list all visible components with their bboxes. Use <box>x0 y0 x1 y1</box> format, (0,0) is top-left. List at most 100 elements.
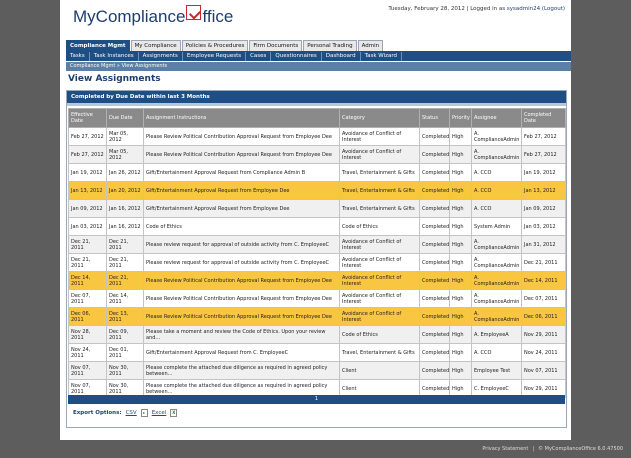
cell-status: Completed <box>419 199 450 218</box>
cell-effective-date: Dec 07, 2011 <box>68 289 107 308</box>
cell-due-date: Dec 01, 2011 <box>106 343 144 362</box>
cell-assignee: A. CCO <box>471 343 522 362</box>
cell-instructions[interactable]: Please Review Political Contribution App… <box>143 307 340 326</box>
cell-status: Completed <box>419 343 450 362</box>
cell-effective-date: Feb 27, 2012 <box>68 145 107 164</box>
cell-status: Completed <box>419 163 450 182</box>
subnav-task-instances[interactable]: Task Instances <box>90 51 139 61</box>
cell-instructions[interactable]: Gift/Entertainment Approval Request from… <box>143 181 340 200</box>
table-row[interactable]: Dec 14, 2011 Dec 21, 2011 Please Review Po… <box>68 271 566 290</box>
cell-category: Avoidance of Conflict of Interest <box>339 145 420 164</box>
cell-status: Completed <box>419 181 450 200</box>
cell-category: Avoidance of Conflict of Interest <box>339 307 420 326</box>
table-row[interactable]: Jan 03, 2012 Jan 16, 2012 Code of Ethics Co… <box>68 217 566 236</box>
cell-category: Avoidance of Conflict of Interest <box>339 127 420 146</box>
table-row[interactable]: Nov 07, 2011 Nov 30, 2011 Please complete … <box>68 361 566 380</box>
cell-category: Travel, Entertainment & Gifts <box>339 163 420 182</box>
cell-instructions[interactable]: Please Review Political Contribution App… <box>143 145 340 164</box>
cell-due-date: Dec 13, 2011 <box>106 307 144 326</box>
subnav-cases[interactable]: Cases <box>246 51 272 61</box>
user-info: Tuesday, February 28, 2012 | Logged in a… <box>388 6 565 12</box>
cell-instructions[interactable]: Please review request for approval of ou… <box>143 235 340 254</box>
cell-effective-date: Jan 09, 2012 <box>68 199 107 218</box>
cell-status: Completed <box>419 217 450 236</box>
col-priority[interactable]: Priority <box>449 108 472 128</box>
cell-category: Avoidance of Conflict of Interest <box>339 235 420 254</box>
cell-completed-date: Jan 13, 2012 <box>521 181 566 200</box>
copyright-text: © MyComplianceOffice 6.0.47500 <box>538 446 623 452</box>
username-link[interactable]: sysadmin24 <box>507 6 540 12</box>
pager: 1 <box>68 395 565 404</box>
cell-status: Completed <box>419 271 450 290</box>
table-row[interactable]: Jan 19, 2012 Jan 26, 2012 Gift/Entertainme… <box>68 163 566 182</box>
cell-effective-date: Nov 07, 2011 <box>68 361 107 380</box>
cell-priority: High <box>449 235 472 254</box>
table-row[interactable]: Feb 27, 2012 Mar 05, 2012 Please Review Po… <box>68 127 566 146</box>
cell-instructions[interactable]: Gift/Entertainment Approval Request from… <box>143 343 340 362</box>
cell-instructions[interactable]: Gift/Entertainment Approval Request from… <box>143 199 340 218</box>
cell-instructions[interactable]: Please take a moment and review the Code… <box>143 325 340 344</box>
page-title: View Assignments <box>68 74 161 84</box>
cell-instructions[interactable]: Code of Ethics <box>143 217 340 236</box>
export-csv-link[interactable]: CSV <box>126 410 137 416</box>
cell-completed-date: Nov 29, 2011 <box>521 325 566 344</box>
cell-effective-date: Dec 06, 2011 <box>68 307 107 326</box>
col-due-date[interactable]: Due Date <box>106 108 144 128</box>
cell-assignee: Employee Test <box>471 361 522 380</box>
csv-file-icon[interactable]: ▸ <box>140 409 148 417</box>
table-row[interactable]: Nov 24, 2011 Dec 01, 2011 Gift/Entertainme… <box>68 343 566 362</box>
cell-priority: High <box>449 271 472 290</box>
cell-category: Travel, Entertainment & Gifts <box>339 181 420 200</box>
cell-instructions[interactable]: Please Review Political Contribution App… <box>143 289 340 308</box>
subnav-task-wizard[interactable]: Task Wizard <box>361 51 403 61</box>
cell-effective-date: Jan 13, 2012 <box>68 181 107 200</box>
subnav-assignments[interactable]: Assignments <box>139 51 183 61</box>
cell-instructions[interactable]: Gift/Entertainment Approval Request from… <box>143 163 340 182</box>
table-row[interactable]: Dec 06, 2011 Dec 13, 2011 Please Review Po… <box>68 307 566 326</box>
col-category[interactable]: Category <box>339 108 420 128</box>
assignments-panel: Completed by Due Date within last 3 Mont… <box>66 90 567 428</box>
table-row[interactable]: Jan 13, 2012 Jan 20, 2012 Gift/Entertainme… <box>68 181 566 200</box>
page-number-link[interactable]: 1 <box>315 396 318 402</box>
assignments-table: Effective Date Due Date Assignment Instr… <box>68 108 566 398</box>
cell-instructions[interactable]: Please complete the attached due diligen… <box>143 361 340 380</box>
cell-effective-date: Nov 24, 2011 <box>68 343 107 362</box>
subnav-tasks[interactable]: Tasks <box>66 51 90 61</box>
col-assignee[interactable]: Assignee <box>471 108 522 128</box>
table-row[interactable]: Nov 28, 2011 Dec 09, 2011 Please take a mo… <box>68 325 566 344</box>
export-excel-link[interactable]: Excel <box>152 410 167 416</box>
col-completed-date[interactable]: Completed Date <box>521 108 566 128</box>
col-assignment-instructions[interactable]: Assignment Instructions <box>143 108 340 128</box>
cell-due-date: Mar 05, 2012 <box>106 145 144 164</box>
excel-file-icon[interactable]: X <box>170 409 178 417</box>
table-row[interactable]: Dec 21, 2011 Dec 21, 2011 Please review re… <box>68 235 566 254</box>
export-options: Export Options: CSV ▸ Excel X <box>73 409 178 417</box>
cell-category: Code of Ethics <box>339 217 420 236</box>
app-logo[interactable]: MyCompliance ffice <box>73 5 233 27</box>
subnav-employee-requests[interactable]: Employee Requests <box>183 51 247 61</box>
col-effective-date[interactable]: Effective Date <box>68 108 107 128</box>
privacy-link[interactable]: Privacy Statement <box>482 446 528 452</box>
cell-due-date: Dec 21, 2011 <box>106 253 144 272</box>
cell-instructions[interactable]: Please review request for approval of ou… <box>143 253 340 272</box>
cell-category: Client <box>339 361 420 380</box>
cell-status: Completed <box>419 289 450 308</box>
cell-instructions[interactable]: Please Review Political Contribution App… <box>143 271 340 290</box>
cell-assignee: A. ComplianceAdmin <box>471 235 522 254</box>
cell-assignee: A. EmployeeA <box>471 325 522 344</box>
cell-priority: High <box>449 127 472 146</box>
table-header-row: Effective Date Due Date Assignment Instr… <box>68 108 566 128</box>
subnav-questionnaires[interactable]: Questionnaires <box>271 51 322 61</box>
table-row[interactable]: Dec 21, 2011 Dec 21, 2011 Please review re… <box>68 253 566 272</box>
cell-instructions[interactable]: Please Review Political Contribution App… <box>143 127 340 146</box>
table-row[interactable]: Jan 09, 2012 Jan 16, 2012 Gift/Entertainme… <box>68 199 566 218</box>
cell-assignee: A. ComplianceAdmin <box>471 127 522 146</box>
table-row[interactable]: Feb 27, 2012 Mar 05, 2012 Please Review Po… <box>68 145 566 164</box>
cell-category: Travel, Entertainment & Gifts <box>339 343 420 362</box>
breadcrumb[interactable]: Compliance Mgmt » View Assignments <box>66 62 571 71</box>
logout-link[interactable]: (Logout) <box>542 6 565 12</box>
col-status[interactable]: Status <box>419 108 450 128</box>
subnav-dashboard[interactable]: Dashboard <box>322 51 361 61</box>
table-row[interactable]: Dec 07, 2011 Dec 14, 2011 Please Review Po… <box>68 289 566 308</box>
cell-status: Completed <box>419 235 450 254</box>
